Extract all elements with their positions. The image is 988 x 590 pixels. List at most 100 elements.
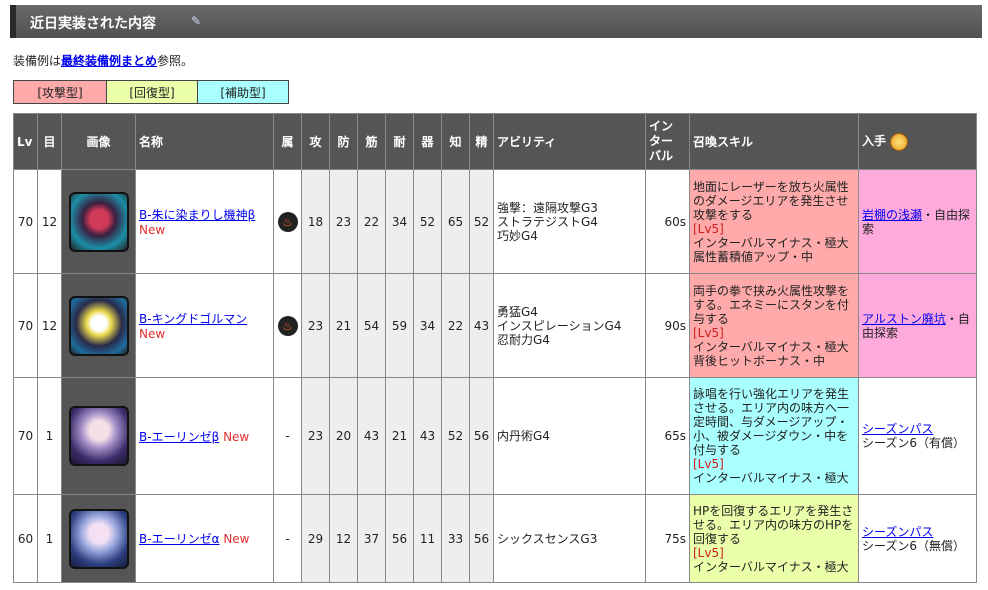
new-badge: New [223,532,250,546]
col-end: 耐 [385,113,414,170]
cell-def: 20 [329,377,358,495]
unit-name-link[interactable]: B-エーリンゼβ [139,430,219,444]
unit-name-link[interactable]: B-エーリンゼα [139,532,219,546]
type-legend: [攻撃型] [回復型] [補助型] [13,80,289,104]
table-row: 70 1 B-エーリンゼβ New - 23 20 43 21 43 52 56… [13,377,977,495]
new-badge: New [223,429,250,444]
equipment-summary-link[interactable]: 最終装備例まとめ [61,54,157,68]
source-link[interactable]: 岩棚の浅瀬 [862,208,922,222]
cell-def: 21 [329,273,358,378]
cell-dex: 11 [413,494,442,583]
cell-dex: 34 [413,273,442,378]
unit-portrait[interactable] [68,508,129,569]
col-name: 名称 [135,113,274,170]
cell-spi: 43 [469,273,494,378]
cell-ability: 内丹術G4 [493,377,646,495]
col-ability: アビリティ [493,113,646,170]
legend-support: [補助型] [197,80,289,104]
new-badge: New [139,327,166,341]
intro-suffix: 参照。 [157,54,194,68]
col-int: 知 [441,113,470,170]
cell-atk: 18 [301,169,330,274]
table-header-row: Lv 目 画像 名称 属 攻 防 筋 耐 器 知 精 アビリティ イン ター バル … [13,113,977,170]
cell-dex: 43 [413,377,442,495]
fire-icon: ♨ [277,315,298,336]
cell-source: アルストン廃坑・自由探索 [858,273,977,378]
cell-str: 37 [357,494,386,583]
cell-str: 54 [357,273,386,378]
col-def: 防 [329,113,358,170]
cell-mokume: 12 [37,169,62,274]
cell-mokume: 12 [37,273,62,378]
cell-str: 22 [357,169,386,274]
cell-skill: HPを回復するエリアを発生させる。エリア内の味方のHPを回復する [Lv5] インタ… [689,494,859,583]
col-source: 入手 [858,113,977,170]
cell-lv: 70 [13,377,38,495]
col-str: 筋 [357,113,386,170]
cell-int: 33 [441,494,470,583]
cell-attr: - [273,377,302,495]
cell-mokume: 1 [37,377,62,495]
new-badge: New [139,223,166,237]
unit-portrait[interactable] [68,406,129,466]
section-header: 近日実装された内容 ✎ [10,5,982,38]
col-interval: イン ター バル [645,113,690,170]
cell-lv: 60 [13,494,38,583]
unit-portrait[interactable] [68,191,129,252]
cell-source: シーズンパス シーズン6（有償） [858,377,977,495]
cell-end: 21 [385,377,414,495]
coin-icon [890,132,909,151]
cell-ability: 勇猛G4 インスピレーションG4 忍耐力G4 [493,273,646,378]
cell-skill: 両手の拳で挟み火属性攻撃をする。エネミーにスタンを付与する [Lv5] インターバル… [689,273,859,378]
cell-source: シーズンパス シーズン6（無償） [858,494,977,583]
cell-def: 23 [329,169,358,274]
unit-portrait[interactable] [68,295,129,356]
cell-int: 65 [441,169,470,274]
intro-text: 装備例は最終装備例まとめ参照。 [13,52,193,69]
cell-ability: 強撃：遠隔攻撃G3 ストラテジストG4 巧妙G4 [493,169,646,274]
cell-end: 56 [385,494,414,583]
fire-icon: ♨ [277,211,298,232]
cell-atk: 29 [301,494,330,583]
cell-end: 34 [385,169,414,274]
intro-prefix: 装備例は [13,54,62,68]
cell-mokume: 1 [37,494,62,583]
cell-spi: 56 [469,494,494,583]
cell-int: 22 [441,273,470,378]
cell-spi: 56 [469,377,494,495]
source-link[interactable]: シーズンパス [862,525,933,539]
col-lv: Lv [13,113,38,170]
col-attr: 属 [273,113,302,170]
legend-recovery: [回復型] [106,80,198,104]
legend-attack: [攻撃型] [13,80,107,104]
cell-lv: 70 [13,273,38,378]
cell-skill: 地面にレーザーを放ち火属性のダメージエリアを発生させ攻撃をする [Lv5] インター… [689,169,859,274]
cell-atk: 23 [301,273,330,378]
cell-def: 12 [329,494,358,583]
cell-spi: 52 [469,169,494,274]
table-row: 60 1 B-エーリンゼα New - 29 12 37 56 11 33 56… [13,494,977,583]
table-row: 70 12 B-キングドゴルマン New ♨ 23 21 54 59 34 22 … [13,273,977,378]
col-mokume: 目 [37,113,62,170]
cell-attr: - [273,494,302,583]
cell-dex: 52 [413,169,442,274]
cell-int: 52 [441,377,470,495]
source-link[interactable]: アルストン廃坑 [862,312,946,326]
pencil-icon[interactable]: ✎ [191,14,201,28]
section-title: 近日実装された内容 [30,16,156,32]
cell-interval: 60s [645,169,690,274]
cell-ability: シックスセンスG3 [493,494,646,583]
col-spi: 精 [469,113,494,170]
col-dex: 器 [413,113,442,170]
cell-interval: 75s [645,494,690,583]
col-image: 画像 [61,113,136,170]
unit-name-link[interactable]: B-キングドゴルマン [139,312,247,326]
cell-interval: 65s [645,377,690,495]
col-atk: 攻 [301,113,330,170]
source-link[interactable]: シーズンパス [862,422,933,436]
unit-name-link[interactable]: B-朱に染まりし機神β [139,208,255,222]
cell-lv: 70 [13,169,38,274]
cell-interval: 90s [645,273,690,378]
cell-atk: 23 [301,377,330,495]
cell-end: 59 [385,273,414,378]
